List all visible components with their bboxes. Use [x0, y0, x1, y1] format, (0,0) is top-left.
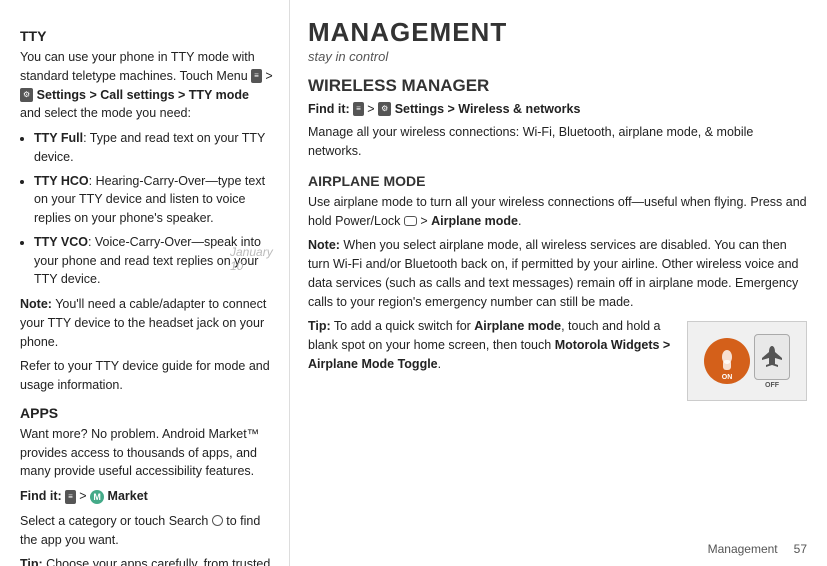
menu-icon-apps: ≡	[65, 490, 76, 504]
menu-icon: ≡	[251, 69, 262, 83]
search-icon-inline	[212, 515, 223, 526]
tty-title: TTY	[20, 28, 273, 44]
apps-intro: Want more? No problem. Android Market™ p…	[20, 425, 273, 481]
airplane-icon-box	[754, 334, 790, 380]
page-footer: Management 57	[708, 542, 807, 556]
wireless-manager-title: WIRELESS MANAGER	[308, 76, 807, 96]
apps-section: APPS Want more? No problem. Android Mark…	[20, 405, 273, 566]
left-column: TTY You can use your phone in TTY mode w…	[0, 0, 290, 566]
airplane-svg	[759, 344, 785, 370]
airplane-img-box: ON OFF	[687, 321, 807, 401]
footer-page-number: 57	[794, 542, 807, 556]
right-column: MANAGEMENT stay in control WIRELESS MANA…	[290, 0, 827, 566]
on-circle: ON	[704, 338, 750, 384]
wireless-desc: Manage all your wireless connections: Wi…	[308, 123, 807, 161]
apps-tip: Tip: Choose your apps carefully, from tr…	[20, 555, 273, 566]
management-title: MANAGEMENT	[308, 18, 807, 47]
off-label-text: OFF	[765, 382, 779, 389]
market-icon: M	[90, 490, 104, 504]
tty-section: TTY You can use your phone in TTY mode w…	[20, 28, 273, 395]
apps-title: APPS	[20, 405, 273, 421]
tty-intro: You can use your phone in TTY mode with …	[20, 48, 273, 123]
wireless-settings-path: Settings > Wireless & networks	[395, 102, 581, 116]
airplane-illustration-area: ON OFF	[687, 321, 807, 401]
wireless-manager-section: WIRELESS MANAGER Find it: ≡ > ⚙ Settings…	[308, 76, 807, 161]
tty-full-item: TTY Full: Type and read text on your TTY…	[34, 129, 273, 167]
tty-hco-item: TTY HCO: Hearing-Carry-Over—type text on…	[34, 172, 273, 228]
management-header: MANAGEMENT stay in control	[308, 18, 807, 64]
powerlock-icon	[404, 216, 417, 226]
airplane-note: Note: When you select airplane mode, all…	[308, 236, 807, 311]
date-watermark: January 10	[230, 245, 289, 273]
airplane-mode-section: AIRPLANE MODE Use airplane mode to turn …	[308, 173, 807, 406]
tty-settings-path: Settings > Call settings > TTY mode	[37, 88, 249, 102]
on-label: ON	[722, 374, 733, 381]
apps-find-it: Find it: ≡ > M Market	[20, 487, 273, 506]
tip-with-image: ON OFF	[308, 317, 807, 405]
settings-icon-wireless: ⚙	[378, 102, 391, 116]
airplane-intro: Use airplane mode to turn all your wirel…	[308, 193, 807, 231]
airplane-icon-group: OFF	[754, 334, 790, 389]
touch-icon	[716, 350, 738, 372]
settings-icon-left: ⚙	[20, 88, 33, 102]
airplane-mode-title: AIRPLANE MODE	[308, 173, 807, 189]
tty-note1: Note: You'll need a cable/adapter to con…	[20, 295, 273, 351]
menu-icon-wireless: ≡	[353, 102, 364, 116]
wireless-find-it: Find it: ≡ > ⚙ Settings > Wireless & net…	[308, 100, 807, 119]
on-circle-group: ON	[704, 338, 750, 384]
apps-select-text: Select a category or touch Search to fin…	[20, 512, 273, 550]
tty-note2: Refer to your TTY device guide for mode …	[20, 357, 273, 395]
footer-content: Management 57	[708, 542, 807, 556]
management-subtitle: stay in control	[308, 49, 807, 64]
footer-section: Management	[708, 542, 778, 556]
airplane-illustration: ON OFF	[704, 334, 790, 389]
